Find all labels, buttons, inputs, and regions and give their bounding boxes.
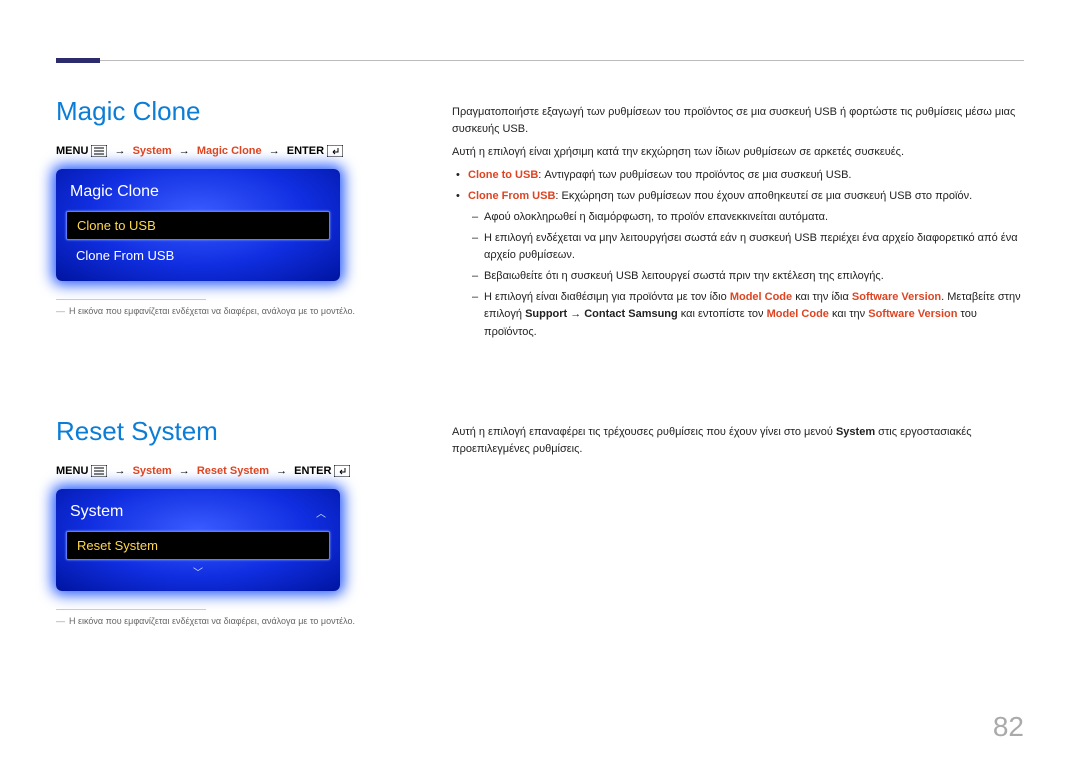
sub-item: Βεβαιωθείτε ότι η συσκευή USB λειτουργεί… [468, 268, 1024, 285]
divider [56, 609, 206, 610]
t: και την [829, 308, 868, 320]
footnote: ―Η εικόνα που εμφανίζεται ενδέχεται να δ… [56, 306, 416, 316]
section-title: Reset System [56, 416, 416, 447]
t: και εντοπίστε τον [678, 308, 767, 320]
breadcrumb-enter: ENTER [287, 145, 324, 157]
top-rule [56, 60, 1024, 61]
breadcrumb-menu: MENU [56, 145, 88, 157]
sub-item: Αφού ολοκληρωθεί η διαμόρφωση, το προϊόν… [468, 209, 1024, 226]
breadcrumb-item: Reset System [197, 465, 269, 477]
software-version-2: Software Version [868, 308, 957, 320]
osd-item-clone-from-usb[interactable]: Clone From USB [66, 242, 330, 269]
breadcrumb-enter: ENTER [294, 465, 331, 477]
osd-magic-clone: Magic Clone Clone to USB Clone From USB [56, 169, 340, 281]
top-rule-accent [56, 58, 100, 63]
t: Αυτή η επιλογή επαναφέρει τις τρέχουσες … [452, 426, 836, 438]
t: και την ίδια [792, 291, 852, 303]
osd-title-text: Magic Clone [70, 183, 159, 201]
breadcrumb-magic-clone: MENU → System → Magic Clone → ENTER [56, 145, 416, 157]
chevron-up-icon[interactable]: ︿ [316, 505, 326, 520]
support: Support [525, 308, 567, 320]
arrow-icon: → [115, 145, 126, 157]
sub-item: Η επιλογή ενδέχεται να μην λειτουργήσει … [468, 230, 1024, 264]
page-number: 82 [993, 711, 1024, 743]
model-code: Model Code [730, 291, 792, 303]
enter-icon [327, 145, 343, 157]
label: Clone to USB [468, 169, 538, 181]
arrow-icon: → [570, 308, 581, 320]
paragraph: Πραγματοποιήστε εξαγωγή των ρυθμίσεων το… [452, 104, 1024, 138]
system-word: System [836, 426, 875, 438]
bullet-clone-to-usb: Clone to USB: Αντιγραφή των ρυθμίσεων το… [452, 167, 1024, 184]
section-title: Magic Clone [56, 96, 416, 127]
breadcrumb-item: Magic Clone [197, 145, 262, 157]
footnote: ―Η εικόνα που εμφανίζεται ενδέχεται να δ… [56, 616, 416, 626]
paragraph: Αυτή η επιλογή είναι χρήσιμη κατά την εκ… [452, 144, 1024, 161]
footnote-text: Η εικόνα που εμφανίζεται ενδέχεται να δι… [69, 616, 355, 626]
breadcrumb-menu: MENU [56, 465, 88, 477]
text: : Αντιγραφή των ρυθμίσεων του προϊόντος … [538, 169, 851, 181]
breadcrumb-system: System [133, 465, 172, 477]
model-code-2: Model Code [767, 308, 829, 320]
divider [56, 299, 206, 300]
osd-item-reset-system[interactable]: Reset System [66, 531, 330, 560]
section-magic-clone: Magic Clone MENU → System → Magic Clone … [56, 96, 416, 316]
footnote-text: Η εικόνα που εμφανίζεται ενδέχεται να δι… [69, 306, 355, 316]
osd-title-text: System [70, 503, 123, 521]
arrow-icon: → [179, 465, 190, 477]
arrow-icon: → [115, 465, 126, 477]
description-magic-clone: Πραγματοποιήστε εξαγωγή των ρυθμίσεων το… [452, 104, 1024, 345]
bullet-clone-from-usb: Clone From USB: Εκχώρηση των ρυθμίσεων π… [452, 188, 1024, 340]
text: : Εκχώρηση των ρυθμίσεων που έχουν αποθη… [555, 190, 972, 202]
section-reset-system: Reset System MENU → System → Reset Syste… [56, 416, 416, 626]
t: Η επιλογή είναι διαθέσιμη για προϊόντα μ… [484, 291, 730, 303]
arrow-icon: → [179, 145, 190, 157]
osd-title: System ︿ [64, 499, 332, 529]
arrow-icon: → [269, 145, 280, 157]
menu-icon [91, 145, 107, 157]
description-reset-system: Αυτή η επιλογή επαναφέρει τις τρέχουσες … [452, 424, 1024, 464]
sublist: Αφού ολοκληρωθεί η διαμόρφωση, το προϊόν… [468, 209, 1024, 340]
enter-icon [334, 465, 350, 477]
osd-reset-system: System ︿ Reset System ﹀ [56, 489, 340, 591]
contact: Contact Samsung [584, 308, 678, 320]
chevron-down-icon[interactable]: ﹀ [64, 562, 332, 581]
sub-item: Η επιλογή είναι διαθέσιμη για προϊόντα μ… [468, 289, 1024, 340]
osd-item-clone-to-usb[interactable]: Clone to USB [66, 211, 330, 240]
bullet-list: Clone to USB: Αντιγραφή των ρυθμίσεων το… [452, 167, 1024, 340]
paragraph: Αυτή η επιλογή επαναφέρει τις τρέχουσες … [452, 424, 1024, 458]
label: Clone From USB [468, 190, 555, 202]
menu-icon [91, 465, 107, 477]
osd-title: Magic Clone [64, 179, 332, 209]
breadcrumb-system: System [133, 145, 172, 157]
arrow-icon: → [276, 465, 287, 477]
breadcrumb-reset-system: MENU → System → Reset System → ENTER [56, 465, 416, 477]
software-version: Software Version [852, 291, 941, 303]
